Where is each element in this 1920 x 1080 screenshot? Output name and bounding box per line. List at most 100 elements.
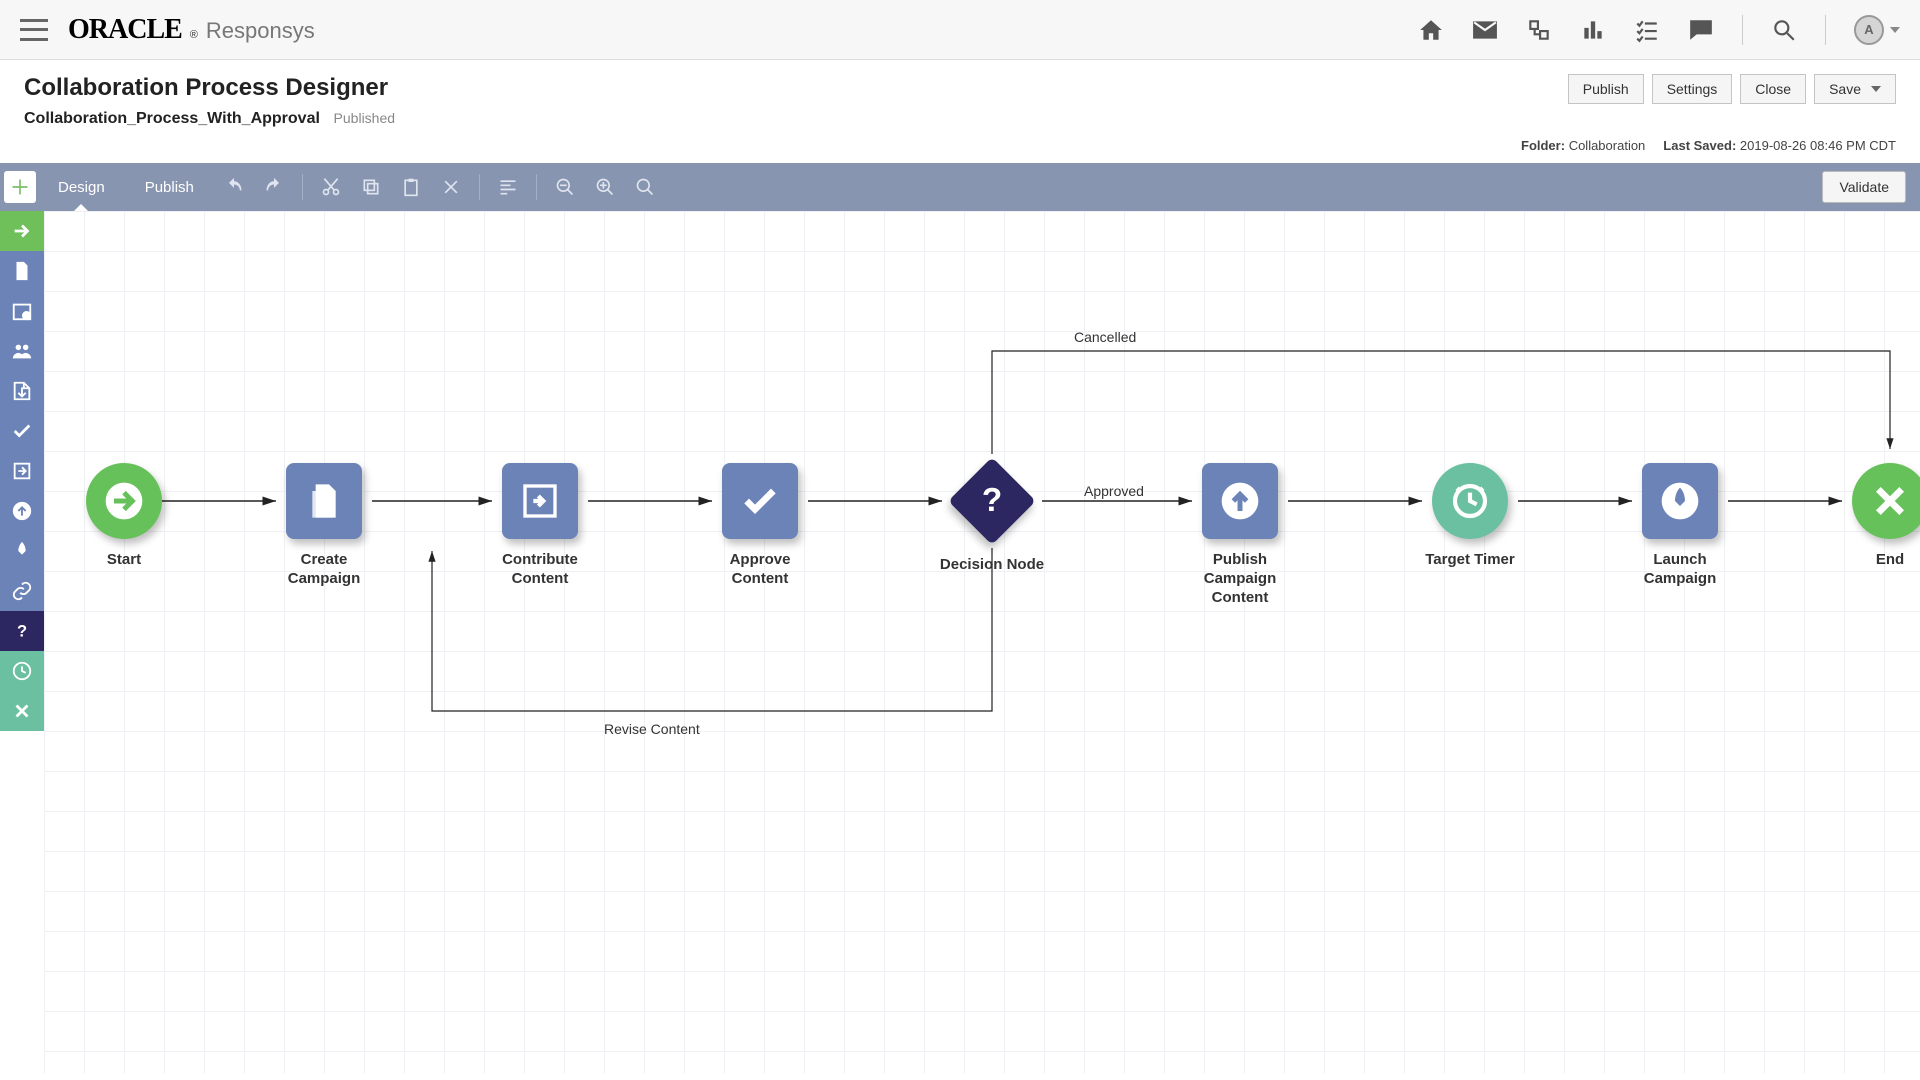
- close-icon: [1852, 463, 1920, 539]
- palette-launch-icon[interactable]: [0, 531, 44, 571]
- last-saved-value: 2019-08-26 08:46 PM CDT: [1740, 138, 1896, 153]
- publish-button[interactable]: Publish: [1568, 74, 1644, 104]
- palette-end-icon[interactable]: [0, 691, 44, 731]
- contribute-icon: [502, 463, 578, 539]
- separator: [1742, 15, 1743, 45]
- edges-layer: [44, 211, 1920, 1073]
- home-icon[interactable]: [1418, 17, 1444, 43]
- svg-text:?: ?: [17, 623, 27, 641]
- node-launch-campaign[interactable]: Launch Campaign: [1620, 463, 1740, 589]
- status-badge: Published: [334, 110, 396, 126]
- top-bar: ORACLE® Responsys A: [0, 0, 1920, 60]
- node-label: Start: [107, 551, 141, 570]
- top-bar-right: A: [1418, 15, 1900, 45]
- user-menu[interactable]: A: [1854, 15, 1900, 45]
- chevron-down-icon: [1890, 27, 1900, 33]
- rocket-icon: [1642, 463, 1718, 539]
- palette-document-icon[interactable]: [0, 251, 44, 291]
- node-create-campaign[interactable]: Create Campaign: [264, 463, 384, 589]
- delete-icon[interactable]: [433, 169, 469, 205]
- check-icon: [722, 463, 798, 539]
- node-approve-content[interactable]: Approve Content: [700, 463, 820, 589]
- node-label: Publish Campaign Content: [1180, 551, 1300, 607]
- document-icon: [286, 463, 362, 539]
- cut-icon[interactable]: [313, 169, 349, 205]
- node-label: Approve Content: [700, 551, 820, 589]
- last-saved-label: Last Saved:: [1663, 138, 1736, 153]
- separator: [302, 174, 303, 200]
- palette-upload-icon[interactable]: [0, 491, 44, 531]
- upload-icon: [1202, 463, 1278, 539]
- settings-button[interactable]: Settings: [1652, 74, 1733, 104]
- main: ? Start: [0, 211, 1920, 1073]
- brand: ORACLE® Responsys: [68, 14, 315, 46]
- save-button[interactable]: Save: [1814, 74, 1896, 104]
- node-label: Target Timer: [1425, 551, 1514, 570]
- designer-toolbar: Design Publish Validate: [0, 163, 1920, 211]
- chevron-down-icon: [1871, 86, 1881, 92]
- node-label: Contribute Content: [480, 551, 600, 589]
- question-icon: ?: [948, 457, 1036, 545]
- palette-export-icon[interactable]: [0, 451, 44, 491]
- tasks-icon[interactable]: [1634, 17, 1660, 43]
- align-icon[interactable]: [490, 169, 526, 205]
- process-name: Collaboration_Process_With_Approval: [24, 110, 320, 128]
- separator: [536, 174, 537, 200]
- edge-label-approved: Approved: [1084, 483, 1144, 499]
- palette: ?: [0, 211, 44, 1073]
- palette-import-icon[interactable]: [0, 371, 44, 411]
- program-icon[interactable]: [1526, 17, 1552, 43]
- palette-timer-icon[interactable]: [0, 651, 44, 691]
- node-label: Decision Node: [940, 556, 1044, 575]
- close-button[interactable]: Close: [1740, 74, 1806, 104]
- tab-design[interactable]: Design: [40, 163, 123, 211]
- undo-icon[interactable]: [216, 169, 252, 205]
- search-icon[interactable]: [1771, 17, 1797, 43]
- paste-icon[interactable]: [393, 169, 429, 205]
- folder-label: Folder:: [1521, 138, 1565, 153]
- page-title: Collaboration Process Designer: [24, 74, 395, 102]
- palette-schedule-icon[interactable]: [0, 291, 44, 331]
- redo-icon[interactable]: [256, 169, 292, 205]
- node-end[interactable]: End: [1830, 463, 1920, 570]
- palette-approve-icon[interactable]: [0, 411, 44, 451]
- canvas[interactable]: Start Create Campaign Contribute Content…: [44, 211, 1920, 1073]
- page-actions: Publish Settings Close Save: [1568, 74, 1896, 104]
- edge-label-revise: Revise Content: [604, 721, 700, 737]
- separator: [1825, 15, 1826, 45]
- node-label: Launch Campaign: [1620, 551, 1740, 589]
- validate-button[interactable]: Validate: [1822, 171, 1906, 203]
- node-decision[interactable]: ? Decision Node: [932, 470, 1052, 575]
- meta-row: Folder: Collaboration Last Saved: 2019-0…: [0, 138, 1920, 163]
- avatar-initial: A: [1864, 22, 1873, 37]
- node-publish-content[interactable]: Publish Campaign Content: [1180, 463, 1300, 607]
- avatar: A: [1854, 15, 1884, 45]
- add-icon[interactable]: [4, 171, 36, 203]
- palette-group-icon[interactable]: [0, 331, 44, 371]
- node-label: Create Campaign: [264, 551, 384, 589]
- node-contribute-content[interactable]: Contribute Content: [480, 463, 600, 589]
- palette-link-icon[interactable]: [0, 571, 44, 611]
- tab-publish[interactable]: Publish: [127, 163, 212, 211]
- save-label: Save: [1829, 81, 1861, 97]
- mail-icon[interactable]: [1472, 17, 1498, 43]
- palette-decision-icon[interactable]: ?: [0, 611, 44, 651]
- registered-mark: ®: [190, 29, 198, 41]
- copy-icon[interactable]: [353, 169, 389, 205]
- separator: [479, 174, 480, 200]
- zoom-fit-icon[interactable]: [627, 169, 663, 205]
- zoom-out-icon[interactable]: [547, 169, 583, 205]
- timer-icon: [1432, 463, 1508, 539]
- product-name: Responsys: [206, 18, 315, 44]
- node-label: End: [1876, 551, 1904, 570]
- edge-label-cancelled: Cancelled: [1074, 329, 1136, 345]
- page-header: Collaboration Process Designer Collabora…: [0, 60, 1920, 138]
- menu-icon[interactable]: [20, 19, 48, 41]
- chat-icon[interactable]: [1688, 17, 1714, 43]
- analytics-icon[interactable]: [1580, 17, 1606, 43]
- node-start[interactable]: Start: [64, 463, 184, 570]
- node-target-timer[interactable]: Target Timer: [1410, 463, 1530, 570]
- folder-value: Collaboration: [1569, 138, 1646, 153]
- zoom-in-icon[interactable]: [587, 169, 623, 205]
- palette-start-icon[interactable]: [0, 211, 44, 251]
